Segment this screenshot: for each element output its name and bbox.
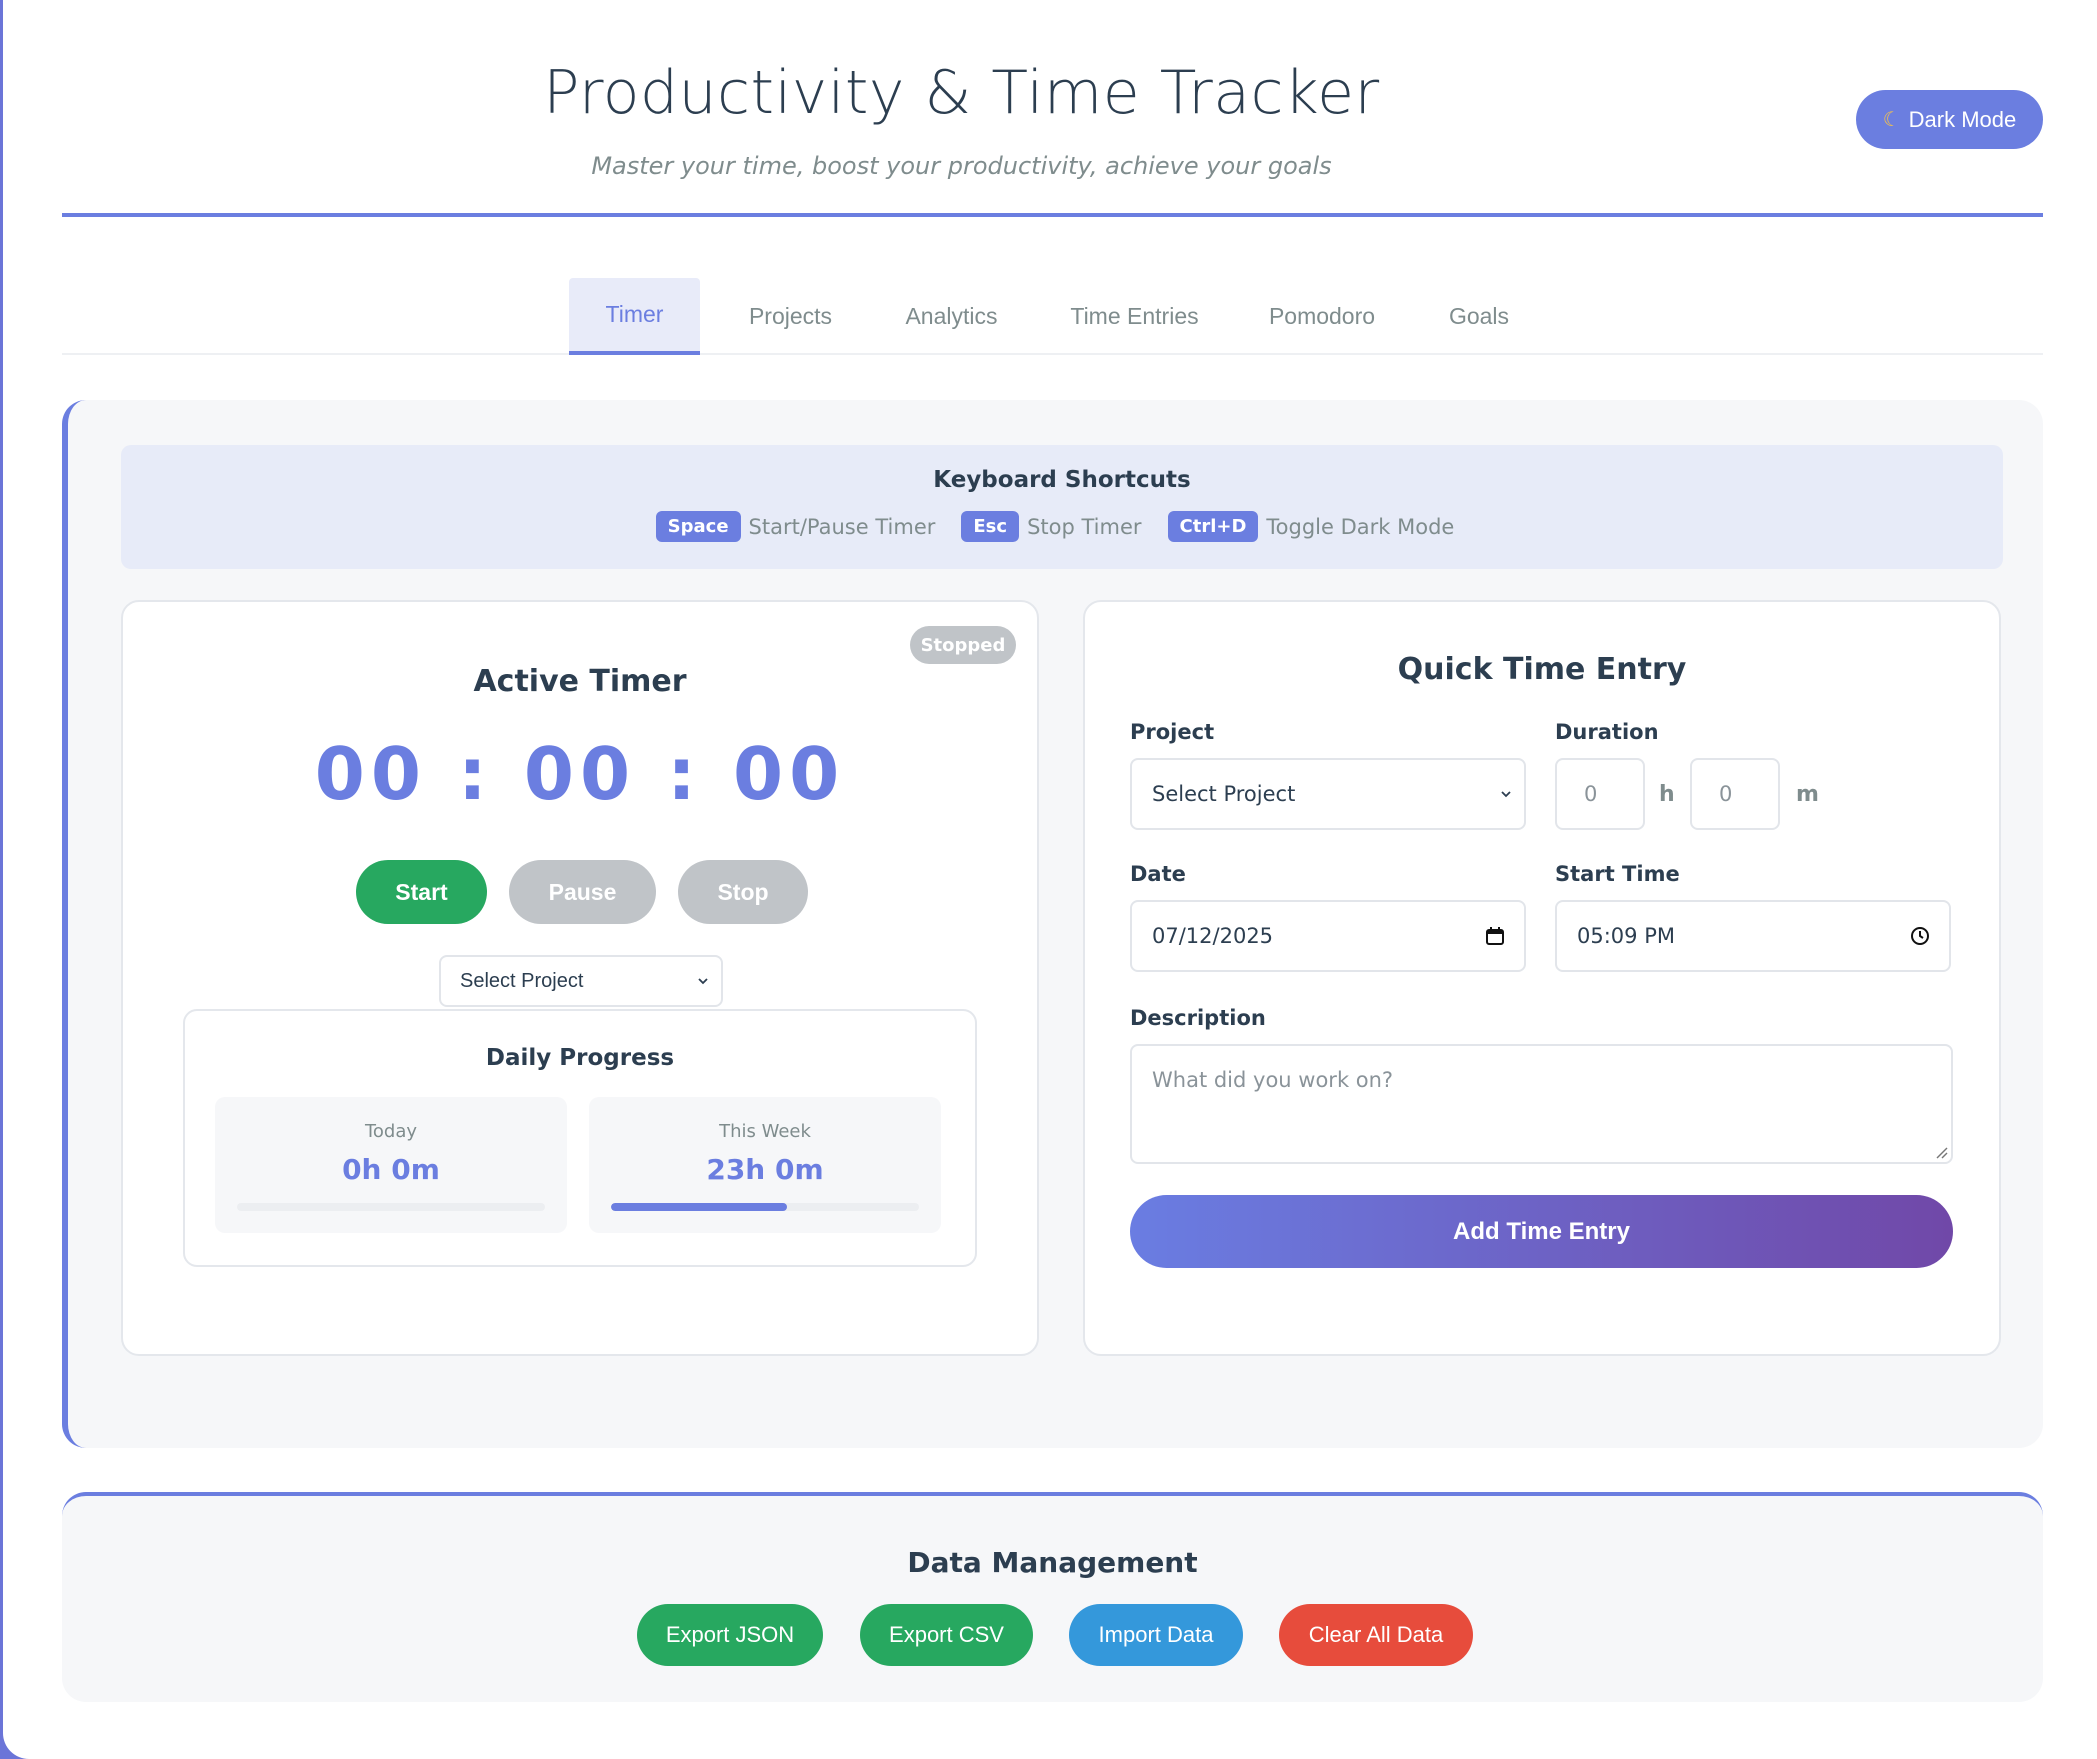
timer-display: 00 : 00 : 00 xyxy=(314,732,846,816)
keyboard-shortcuts: Keyboard Shortcuts Space Start/Pause Tim… xyxy=(121,445,2003,569)
header: Productivity & Time Tracker Master your … xyxy=(3,0,2097,220)
timer-project-select[interactable]: Select Project xyxy=(439,955,723,1007)
description-placeholder: What did you work on? xyxy=(1152,1068,1394,1092)
export-csv-button[interactable]: Export CSV xyxy=(860,1604,1033,1666)
tab-bar: Timer Projects Analytics Time Entries Po… xyxy=(62,278,2043,355)
data-management-title: Data Management xyxy=(907,1546,1198,1579)
clock-icon[interactable] xyxy=(1909,925,1931,947)
project-label: Project xyxy=(1130,720,1215,744)
chevron-down-icon xyxy=(1501,791,1511,798)
start-time-input[interactable]: 05:09 PM xyxy=(1555,900,1951,972)
header-divider xyxy=(62,213,2043,217)
hours-input[interactable]: 0 xyxy=(1555,758,1645,830)
week-stat: This Week 23h 0m xyxy=(589,1097,941,1233)
today-progress-bar xyxy=(237,1203,545,1211)
timer-panel: Keyboard Shortcuts Space Start/Pause Tim… xyxy=(62,400,2043,1448)
week-label: This Week xyxy=(719,1121,811,1142)
shortcut-action: Toggle Dark Mode xyxy=(1266,514,1455,539)
stop-button[interactable]: Stop xyxy=(678,860,808,924)
shortcuts-title: Keyboard Shortcuts xyxy=(933,467,1191,493)
start-time-value: 05:09 PM xyxy=(1577,924,1675,948)
quick-entry-title: Quick Time Entry xyxy=(1397,652,1687,687)
description-label: Description xyxy=(1130,1006,1266,1030)
minutes-unit: m xyxy=(1796,782,1819,807)
duration-label: Duration xyxy=(1555,720,1659,744)
active-timer-title: Active Timer xyxy=(473,664,687,699)
date-value: 07/12/2025 xyxy=(1152,924,1274,948)
app-window: Productivity & Time Tracker Master your … xyxy=(3,0,2097,1759)
project-select-value: Select Project xyxy=(1152,782,1296,806)
start-time-label: Start Time xyxy=(1555,862,1680,886)
resize-handle-icon[interactable] xyxy=(1935,1146,1949,1160)
status-badge: Stopped xyxy=(910,626,1016,664)
data-management-panel: Data Management Export JSON Export CSV I… xyxy=(62,1492,2043,1702)
tab-timer[interactable]: Timer xyxy=(569,278,700,355)
add-time-entry-button[interactable]: Add Time Entry xyxy=(1130,1195,1953,1268)
today-stat: Today 0h 0m xyxy=(215,1097,567,1233)
tab-time-entries[interactable]: Time Entries xyxy=(1042,278,1227,355)
week-progress-fill xyxy=(611,1203,787,1211)
tab-pomodoro[interactable]: Pomodoro xyxy=(1242,278,1402,355)
date-label: Date xyxy=(1130,862,1186,886)
daily-progress: Daily Progress Today 0h 0m This Week 23h… xyxy=(183,1009,977,1267)
import-data-button[interactable]: Import Data xyxy=(1069,1604,1243,1666)
today-value: 0h 0m xyxy=(342,1153,440,1186)
pause-button[interactable]: Pause xyxy=(509,860,656,924)
start-button[interactable]: Start xyxy=(356,860,487,924)
minutes-input[interactable]: 0 xyxy=(1690,758,1780,830)
tab-analytics[interactable]: Analytics xyxy=(876,278,1027,355)
moon-icon: ☾ xyxy=(1882,109,1901,131)
description-input[interactable]: What did you work on? xyxy=(1130,1044,1953,1164)
date-input[interactable]: 07/12/2025 xyxy=(1130,900,1526,972)
timer-project-value: Select Project xyxy=(460,969,584,992)
tab-projects[interactable]: Projects xyxy=(715,278,866,355)
page-subtitle: Master your time, boost your productivit… xyxy=(591,152,1332,180)
shortcut-action: Start/Pause Timer xyxy=(748,514,936,539)
chevron-down-icon xyxy=(698,978,708,985)
shortcut-list: Space Start/Pause Timer Esc Stop Timer C… xyxy=(121,511,2003,542)
shortcut-key: Space xyxy=(655,511,741,542)
active-timer-card: Stopped Active Timer 00 : 00 : 00 Start … xyxy=(121,600,1039,1356)
shortcut-key: Ctrl+D xyxy=(1167,511,1259,542)
dark-mode-label: Dark Mode xyxy=(1908,106,2017,132)
page-title: Productivity & Time Tracker xyxy=(543,58,1380,128)
hours-unit: h xyxy=(1659,782,1675,807)
clear-all-data-button[interactable]: Clear All Data xyxy=(1279,1604,1473,1666)
export-json-button[interactable]: Export JSON xyxy=(637,1604,823,1666)
week-value: 23h 0m xyxy=(706,1153,824,1186)
dark-mode-button[interactable]: ☾ Dark Mode xyxy=(1856,90,2043,149)
quick-entry-card: Quick Time Entry Project Select Project … xyxy=(1083,600,2001,1356)
project-select[interactable]: Select Project xyxy=(1130,758,1526,830)
calendar-icon[interactable] xyxy=(1484,925,1506,947)
today-label: Today xyxy=(364,1121,418,1142)
daily-progress-title: Daily Progress xyxy=(485,1045,675,1071)
tab-goals[interactable]: Goals xyxy=(1419,278,1539,355)
week-progress-bar xyxy=(611,1203,919,1211)
shortcut-action: Stop Timer xyxy=(1027,514,1142,539)
shortcut-key: Esc xyxy=(961,511,1020,542)
